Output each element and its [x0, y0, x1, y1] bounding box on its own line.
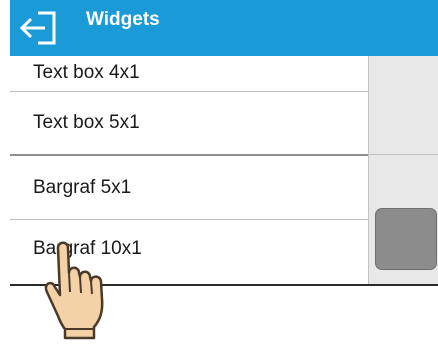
list-item-text-box-4x1[interactable]: Text box 4x1 [10, 56, 368, 92]
list-item-label: Text box 5x1 [33, 112, 140, 133]
back-button[interactable] [10, 0, 76, 56]
scrollbar-divider [369, 154, 438, 155]
hand-pointer-icon [26, 232, 121, 349]
list-item-label: Text box 4x1 [33, 62, 140, 83]
page-title: Widgets [86, 9, 160, 30]
list-item-label: Bargraf 5x1 [33, 177, 132, 198]
header-bar: Widgets [10, 0, 438, 56]
list-item-text-box-5x1[interactable]: Text box 5x1 [10, 92, 368, 156]
scrollbar-track[interactable] [368, 56, 438, 285]
list-item-bargraf-5x1[interactable]: Bargraf 5x1 [10, 156, 368, 220]
back-arrow-icon [19, 11, 56, 45]
scrollbar-thumb[interactable] [375, 208, 437, 270]
